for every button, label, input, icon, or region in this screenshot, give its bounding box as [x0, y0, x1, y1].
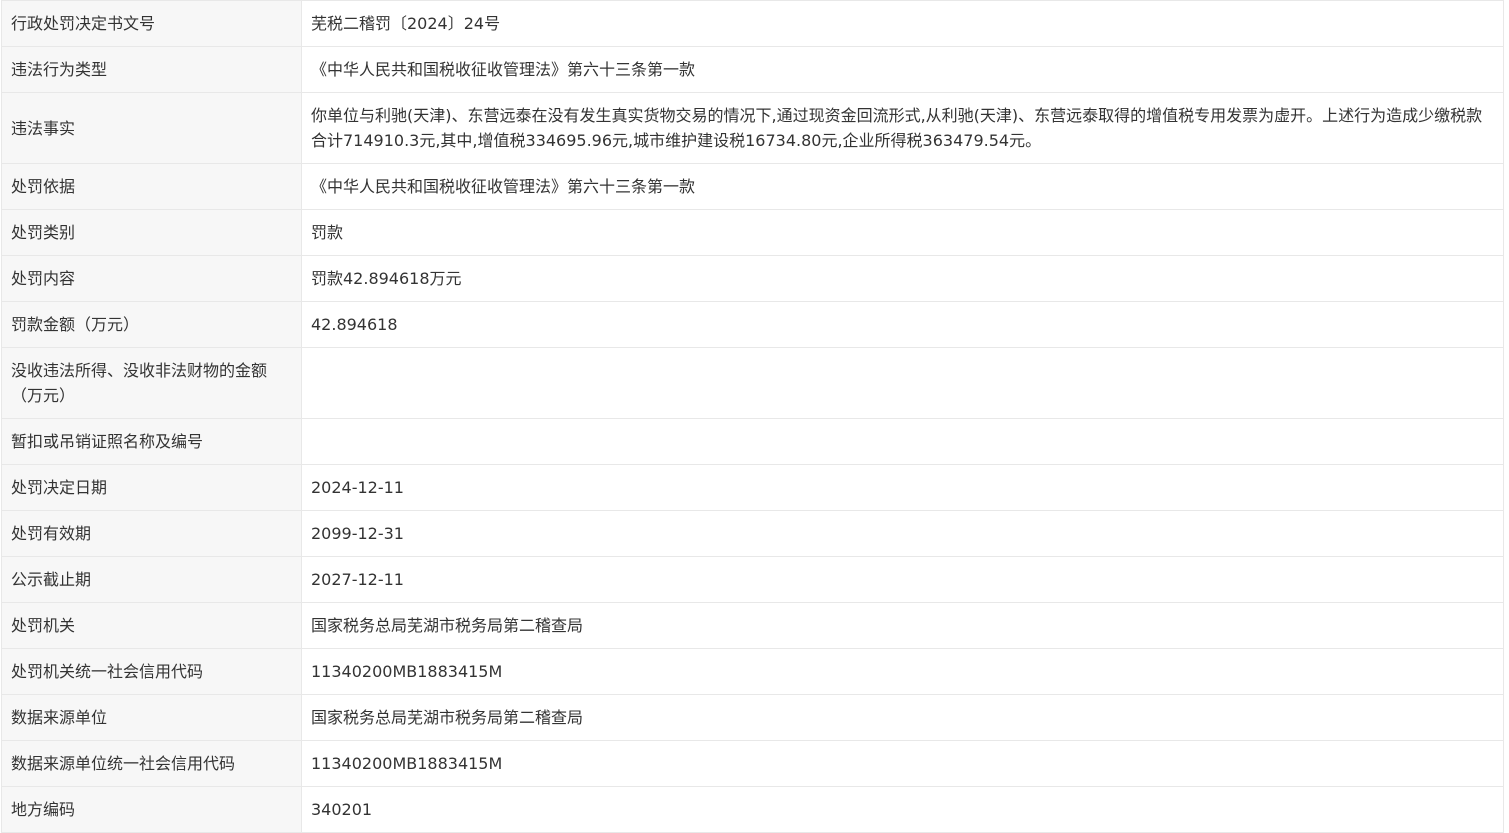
field-value: 国家税务总局芜湖市税务局第二稽查局: [301, 602, 1504, 649]
row-license-revocation: 暂扣或吊销证照名称及编号: [1, 418, 1504, 465]
field-label: 处罚有效期: [1, 510, 302, 557]
field-label: 数据来源单位统一社会信用代码: [1, 740, 302, 787]
row-decision-number: 行政处罚决定书文号 芜税二稽罚〔2024〕24号: [1, 0, 1504, 47]
field-label: 地方编码: [1, 786, 302, 833]
field-label: 处罚机关统一社会信用代码: [1, 648, 302, 695]
field-label: 违法行为类型: [1, 46, 302, 93]
row-local-code: 地方编码 340201: [1, 786, 1504, 833]
field-value: 340201: [301, 786, 1504, 833]
field-value: 罚款: [301, 209, 1504, 256]
field-label: 行政处罚决定书文号: [1, 0, 302, 47]
field-label: 处罚依据: [1, 163, 302, 210]
field-label: 违法事实: [1, 92, 302, 164]
field-value: 2027-12-11: [301, 556, 1504, 603]
field-value: 《中华人民共和国税收征收管理法》第六十三条第一款: [301, 46, 1504, 93]
row-confiscation-amount: 没收违法所得、没收非法财物的金额（万元）: [1, 347, 1504, 419]
field-value: [301, 418, 1504, 465]
row-publicity-deadline: 公示截止期 2027-12-11: [1, 556, 1504, 603]
row-authority-credit-code: 处罚机关统一社会信用代码 11340200MB1883415M: [1, 648, 1504, 695]
field-label: 暂扣或吊销证照名称及编号: [1, 418, 302, 465]
field-value: 11340200MB1883415M: [301, 740, 1504, 787]
row-data-source-credit-code: 数据来源单位统一社会信用代码 11340200MB1883415M: [1, 740, 1504, 787]
row-decision-date: 处罚决定日期 2024-12-11: [1, 464, 1504, 511]
field-label: 处罚机关: [1, 602, 302, 649]
field-value: 《中华人民共和国税收征收管理法》第六十三条第一款: [301, 163, 1504, 210]
field-value: 国家税务总局芜湖市税务局第二稽查局: [301, 694, 1504, 741]
field-value: [301, 347, 1504, 419]
field-value: 2024-12-11: [301, 464, 1504, 511]
field-label: 公示截止期: [1, 556, 302, 603]
field-value: 你单位与利驰(天津)、东营远泰在没有发生真实货物交易的情况下,通过现资金回流形式…: [301, 92, 1504, 164]
row-violation-facts: 违法事实 你单位与利驰(天津)、东营远泰在没有发生真实货物交易的情况下,通过现资…: [1, 92, 1504, 164]
field-value: 2099-12-31: [301, 510, 1504, 557]
row-validity-period: 处罚有效期 2099-12-31: [1, 510, 1504, 557]
field-label: 处罚内容: [1, 255, 302, 302]
row-penalty-basis: 处罚依据 《中华人民共和国税收征收管理法》第六十三条第一款: [1, 163, 1504, 210]
field-value: 芜税二稽罚〔2024〕24号: [301, 0, 1504, 47]
penalty-detail-table: 行政处罚决定书文号 芜税二稽罚〔2024〕24号 违法行为类型 《中华人民共和国…: [1, 0, 1504, 833]
field-value: 罚款42.894618万元: [301, 255, 1504, 302]
row-penalty-category: 处罚类别 罚款: [1, 209, 1504, 256]
row-violation-type: 违法行为类型 《中华人民共和国税收征收管理法》第六十三条第一款: [1, 46, 1504, 93]
field-label: 没收违法所得、没收非法财物的金额（万元）: [1, 347, 302, 419]
row-data-source: 数据来源单位 国家税务总局芜湖市税务局第二稽查局: [1, 694, 1504, 741]
field-label: 处罚决定日期: [1, 464, 302, 511]
field-value: 42.894618: [301, 301, 1504, 348]
row-penalty-content: 处罚内容 罚款42.894618万元: [1, 255, 1504, 302]
field-label: 处罚类别: [1, 209, 302, 256]
row-fine-amount: 罚款金额（万元） 42.894618: [1, 301, 1504, 348]
row-penalty-authority: 处罚机关 国家税务总局芜湖市税务局第二稽查局: [1, 602, 1504, 649]
field-value: 11340200MB1883415M: [301, 648, 1504, 695]
field-label: 数据来源单位: [1, 694, 302, 741]
field-label: 罚款金额（万元）: [1, 301, 302, 348]
